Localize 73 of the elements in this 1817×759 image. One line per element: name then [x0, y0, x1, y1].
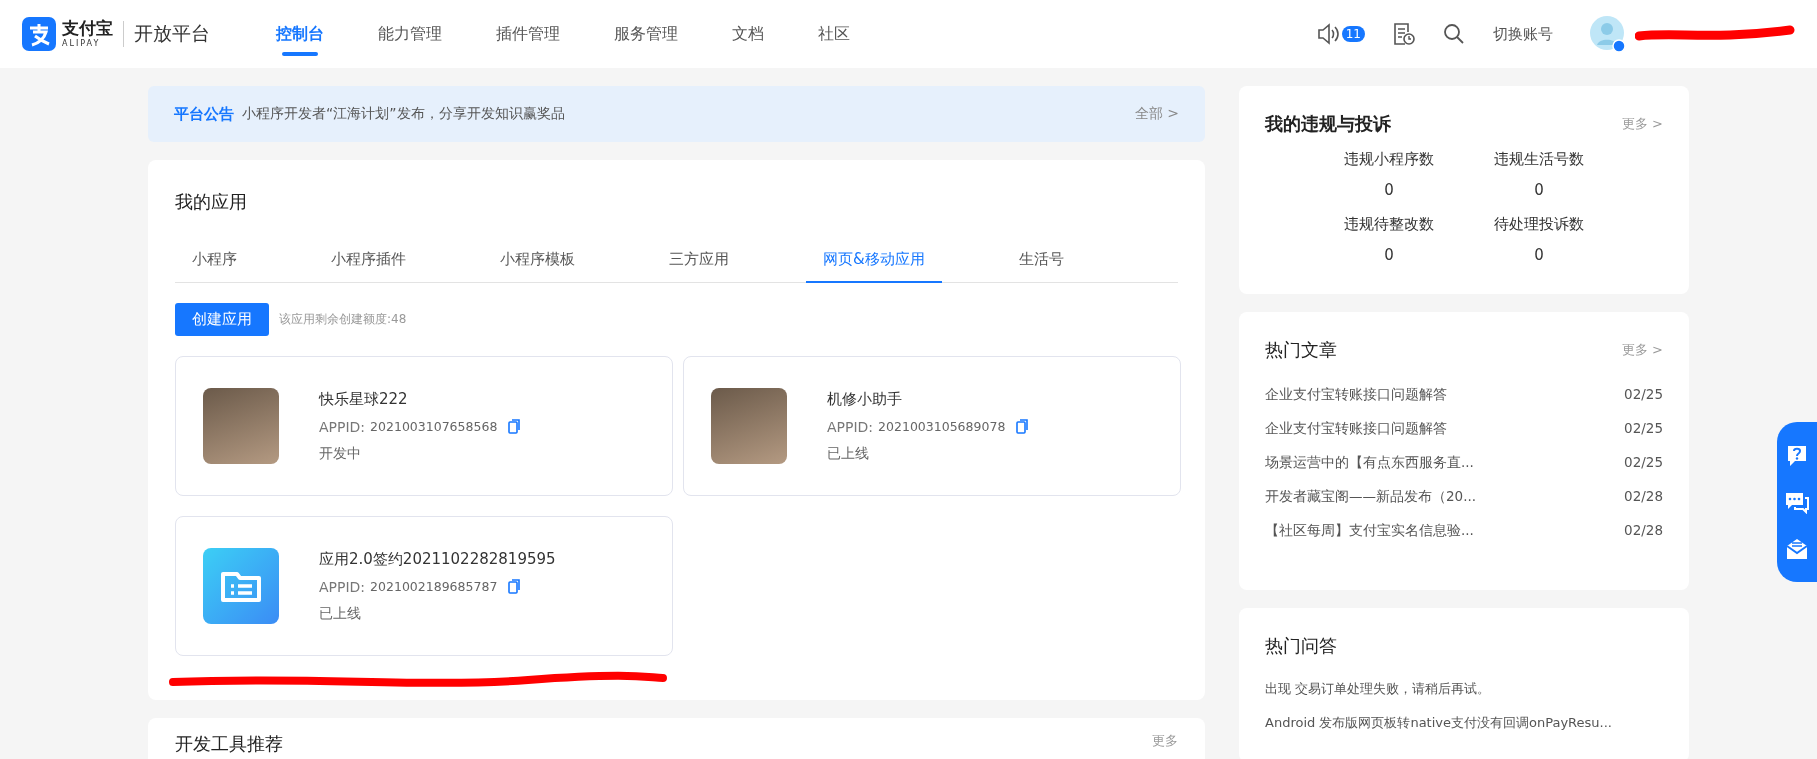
appid-value: 2021002189685787	[370, 579, 498, 594]
appid-label: APPID:	[319, 578, 366, 595]
app-type-tab[interactable]: 小程序	[175, 240, 254, 283]
search-icon[interactable]	[1443, 23, 1465, 45]
appid-label: APPID:	[319, 418, 366, 435]
app-type-tab[interactable]: 小程序插件	[314, 240, 423, 283]
notification-count-badge: 11	[1341, 26, 1365, 42]
article-link[interactable]: 企业支付宝转账接口问题解答	[1265, 420, 1447, 438]
nav-tab[interactable]: 服务管理	[614, 0, 678, 68]
copy-icon[interactable]	[508, 579, 521, 594]
announcement-label: 平台公告	[174, 104, 234, 124]
quota-text: 该应用剩余创建额度:48	[279, 311, 407, 328]
app-status: 开发中	[319, 444, 362, 463]
app-name: 机修小助手	[827, 389, 903, 409]
app-type-tab[interactable]: 网页&移动应用	[806, 240, 942, 283]
section-title: 开发工具推荐	[175, 732, 283, 756]
app-status: 已上线	[319, 604, 362, 623]
mail-icon[interactable]	[1786, 538, 1808, 560]
app-card[interactable]: 机修小助手 APPID: 2021003105689078 已上线	[683, 356, 1181, 496]
folder-list-icon	[203, 548, 279, 624]
app-type-tab[interactable]: 小程序模板	[483, 240, 592, 283]
app-status: 已上线	[827, 444, 870, 463]
section-title: 热门问答	[1265, 634, 1337, 658]
nav-tab[interactable]: 能力管理	[378, 0, 442, 68]
stat-value: 0	[1534, 181, 1544, 199]
article-date: 02/25	[1624, 386, 1663, 404]
create-app-button[interactable]: 创建应用	[175, 303, 269, 336]
question-link[interactable]: Android 发布版网页板转native支付没有回调onPayResu...	[1265, 714, 1663, 732]
logo-text: 支付宝	[62, 20, 113, 37]
section-title: 热门文章	[1265, 338, 1337, 362]
app-type-tab[interactable]: 三方应用	[652, 240, 746, 283]
section-title: 我的违规与投诉	[1265, 112, 1391, 136]
chat-icon[interactable]	[1785, 492, 1809, 514]
app-card[interactable]: 应用2.0签约2021102282819595 APPID: 2021002189685787 已上线	[175, 516, 673, 656]
app-name: 应用2.0签约2021102282819595	[319, 549, 556, 569]
stat-value: 0	[1384, 246, 1394, 264]
app-name: 快乐星球222	[319, 389, 409, 409]
appid-value: 2021003107658568	[370, 419, 498, 434]
speaker-icon[interactable]	[1315, 23, 1340, 45]
article-link[interactable]: 【社区每周】支付宝实名信息验...	[1265, 522, 1474, 540]
document-clock-icon[interactable]	[1393, 22, 1415, 46]
article-date: 02/28	[1624, 488, 1663, 506]
switch-account-link[interactable]: 切换账号	[1493, 24, 1553, 44]
article-link[interactable]: 场景运营中的【有点东西服务直...	[1265, 454, 1474, 472]
logo-subtext: ALIPAY	[62, 40, 102, 48]
article-link[interactable]: 企业支付宝转账接口问题解答	[1265, 386, 1447, 404]
avatar-icon[interactable]	[1589, 15, 1627, 53]
nav-tab[interactable]: 控制台	[276, 0, 324, 68]
appid-value: 2021003105689078	[878, 419, 1006, 434]
appid-label: APPID:	[827, 418, 874, 435]
article-date: 02/25	[1624, 420, 1663, 438]
announcement-text[interactable]: 小程序开发者“江海计划”发布，分享开发知识赢奖品	[242, 105, 565, 123]
app-card[interactable]: 快乐星球222 APPID: 2021003107658568 开发中	[175, 356, 673, 496]
stat-label: 违规生活号数	[1494, 150, 1584, 169]
alipay-logo-icon	[22, 17, 56, 51]
stat-label: 违规待整改数	[1344, 215, 1434, 234]
stat-label: 违规小程序数	[1344, 150, 1434, 169]
platform-title: 开放平台	[123, 21, 210, 47]
stat-value: 0	[1384, 181, 1394, 199]
question-link[interactable]: 出现 交易订单处理失败，请稍后再试。	[1265, 680, 1663, 698]
section-title: 我的应用	[175, 190, 248, 214]
article-date: 02/25	[1624, 454, 1663, 472]
nav-tab[interactable]: 插件管理	[496, 0, 560, 68]
stat-label: 待处理投诉数	[1494, 215, 1584, 234]
help-icon[interactable]	[1786, 444, 1808, 468]
nav-tab[interactable]: 社区	[818, 0, 850, 68]
copy-icon[interactable]	[1016, 419, 1029, 434]
article-date: 02/28	[1624, 522, 1663, 540]
app-type-tab[interactable]: 生活号	[1001, 240, 1081, 283]
article-link[interactable]: 开发者藏宝阁——新品发布（20...	[1265, 488, 1477, 506]
copy-icon[interactable]	[508, 419, 521, 434]
stat-value: 0	[1534, 246, 1544, 264]
nav-tab[interactable]: 文档	[732, 0, 764, 68]
